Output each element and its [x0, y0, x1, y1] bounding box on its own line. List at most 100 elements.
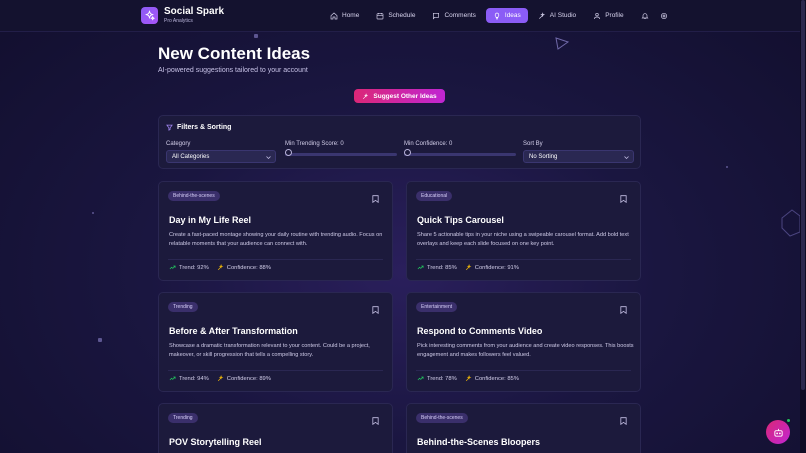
filters-title: Filters & Sorting	[166, 124, 231, 131]
page-title: New Content Ideas	[158, 44, 311, 63]
nav-home-label: Home	[342, 12, 360, 19]
trend-score: Trend: 78%	[427, 375, 457, 382]
robot-icon	[773, 428, 783, 437]
ai-assistant-button[interactable]	[766, 420, 790, 444]
trend-score: Trend: 92%	[179, 264, 209, 271]
trending-score-slider-handle[interactable]	[285, 149, 292, 156]
confidence-score: Confidence: 89%	[226, 375, 271, 382]
trending-up-icon	[417, 376, 424, 381]
category-tag: Trending	[168, 413, 198, 423]
category-tag: Behind-the-scenes	[416, 413, 468, 423]
nav-ideas[interactable]: Ideas	[485, 8, 528, 23]
chevron-down-icon	[624, 156, 629, 160]
category-tag: Entertainment	[416, 302, 458, 312]
idea-title: Behind-the-Scenes Bloopers	[417, 437, 541, 447]
nav-profile-label: Profile	[605, 12, 624, 19]
suggest-other-ideas-button[interactable]: Suggest Other Ideas	[354, 89, 445, 103]
gear-icon	[661, 12, 668, 19]
bookmark-icon[interactable]	[620, 195, 627, 203]
nav-profile[interactable]: Profile	[586, 8, 630, 23]
confidence-slider-handle[interactable]	[404, 149, 411, 156]
main-nav: Home Schedule Comments Ideas AI Studio P…	[323, 8, 672, 23]
category-tag: Educational	[416, 191, 453, 201]
user-icon	[594, 12, 601, 19]
idea-title: Respond to Comments Video	[417, 326, 543, 336]
nav-ai-studio[interactable]: AI Studio	[531, 8, 583, 23]
decorative-dot	[254, 34, 258, 38]
brand-subtitle: Pro Analytics	[164, 18, 193, 24]
nav-comments-label: Comments	[444, 12, 476, 19]
decorative-cube-icon	[781, 209, 800, 237]
sparkles-icon	[538, 11, 545, 19]
bookmark-icon[interactable]	[372, 417, 379, 425]
idea-metrics: Trend: 85% Confidence: 91%	[417, 264, 519, 271]
calendar-icon	[377, 12, 384, 19]
decorative-dot	[92, 212, 94, 214]
nav-home[interactable]: Home	[323, 8, 366, 23]
confidence-slider[interactable]	[404, 153, 516, 156]
sort-by-label: Sort By	[523, 141, 543, 147]
category-tag: Behind-the-scenes	[168, 191, 220, 201]
sparkles-icon	[465, 264, 472, 271]
idea-card[interactable]: Entertainment Respond to Comments Video …	[406, 292, 641, 392]
trending-score-label: Min Trending Score: 0	[285, 141, 344, 147]
idea-card[interactable]: Behind-the-scenes Behind-the-Scenes Bloo…	[406, 403, 641, 453]
nav-schedule[interactable]: Schedule	[369, 8, 422, 23]
nav-comments[interactable]: Comments	[425, 8, 482, 23]
divider	[416, 259, 631, 260]
sparkles-icon	[465, 375, 472, 382]
sparkles-icon	[217, 375, 224, 382]
sparkles-logo-icon	[141, 7, 158, 24]
nav-ai-studio-label: AI Studio	[549, 12, 577, 19]
settings-button[interactable]	[657, 8, 672, 23]
comment-icon	[433, 12, 440, 19]
category-label: Category	[166, 141, 191, 147]
bookmark-icon[interactable]	[372, 306, 379, 314]
confidence-score: Confidence: 91%	[474, 264, 519, 271]
idea-title: POV Storytelling Reel	[169, 437, 262, 447]
idea-card[interactable]: Trending POV Storytelling Reel	[158, 403, 393, 453]
trending-up-icon	[169, 376, 176, 381]
page-subtitle: AI-powered suggestions tailored to your …	[158, 67, 308, 74]
bookmark-icon[interactable]	[372, 195, 379, 203]
confidence-label: Min Confidence: 0	[404, 141, 453, 147]
brand[interactable]: Social Spark Pro Analytics	[141, 7, 224, 24]
scrollbar-thumb[interactable]	[801, 0, 805, 390]
idea-description: Create a fast-paced montage showing your…	[169, 232, 383, 247]
idea-card[interactable]: Educational Quick Tips Carousel Share 5 …	[406, 181, 641, 281]
filters-panel: Filters & Sorting Category All Categorie…	[158, 115, 641, 169]
decorative-dot	[726, 166, 728, 168]
divider	[168, 370, 383, 371]
sparkles-icon	[363, 92, 369, 99]
nav-schedule-label: Schedule	[388, 12, 416, 19]
home-icon	[330, 12, 338, 19]
category-select[interactable]: All Categories	[166, 150, 276, 163]
decorative-dot	[98, 338, 102, 342]
notifications-button[interactable]	[638, 8, 653, 23]
filter-icon	[166, 124, 173, 131]
idea-title: Before & After Transformation	[169, 326, 298, 336]
idea-title: Quick Tips Carousel	[417, 215, 504, 225]
idea-metrics: Trend: 92% Confidence: 88%	[169, 264, 271, 271]
idea-card[interactable]: Behind-the-scenes Day in My Life Reel Cr…	[158, 181, 393, 281]
trending-score-slider[interactable]	[285, 153, 397, 156]
idea-card[interactable]: Trending Before & After Transformation S…	[158, 292, 393, 392]
idea-metrics: Trend: 94% Confidence: 89%	[169, 375, 271, 382]
top-navbar: Social Spark Pro Analytics Home Schedule…	[0, 0, 800, 32]
trend-score: Trend: 85%	[427, 264, 457, 271]
trend-score: Trend: 94%	[179, 375, 209, 382]
bookmark-icon[interactable]	[620, 417, 627, 425]
page-scrollbar[interactable]	[800, 0, 806, 453]
decorative-triangle-icon	[555, 37, 569, 50]
online-indicator	[786, 418, 791, 423]
idea-title: Day in My Life Reel	[169, 215, 252, 225]
bookmark-icon[interactable]	[620, 306, 627, 314]
idea-description: Pick interesting comments from your audi…	[417, 343, 634, 358]
idea-description: Showcase a dramatic transformation relev…	[169, 343, 370, 358]
trending-up-icon	[169, 265, 176, 270]
nav-ideas-label: Ideas	[504, 12, 521, 19]
chevron-down-icon	[266, 156, 271, 160]
sort-by-select[interactable]: No Sorting	[523, 150, 634, 163]
brand-name: Social Spark	[164, 6, 225, 17]
idea-metrics: Trend: 78% Confidence: 85%	[417, 375, 519, 382]
